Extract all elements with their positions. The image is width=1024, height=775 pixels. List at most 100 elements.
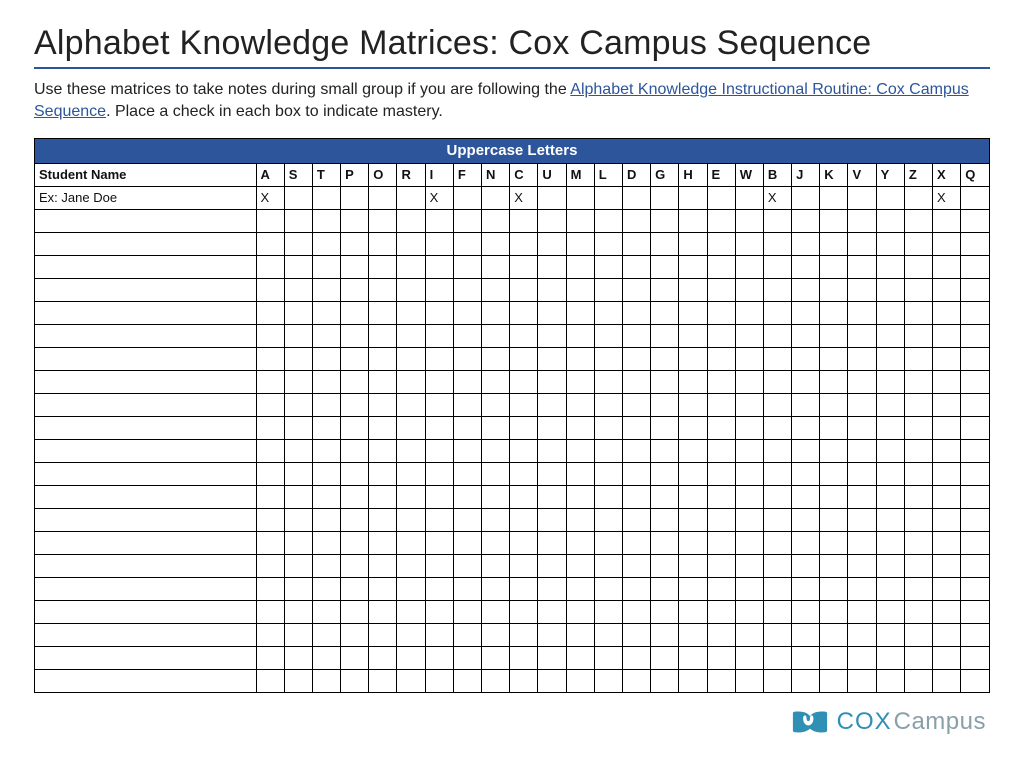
mastery-cell[interactable] [482,186,510,209]
mastery-cell[interactable] [876,324,904,347]
mastery-cell[interactable] [284,623,312,646]
mastery-cell[interactable] [312,370,340,393]
mastery-cell[interactable] [622,416,650,439]
mastery-cell[interactable] [312,646,340,669]
mastery-cell[interactable] [961,347,990,370]
mastery-cell[interactable] [482,646,510,669]
mastery-cell[interactable] [510,554,538,577]
mastery-cell[interactable] [312,462,340,485]
mastery-cell[interactable] [256,577,284,600]
mastery-cell[interactable] [510,255,538,278]
student-name-cell[interactable] [35,301,257,324]
mastery-cell[interactable] [792,554,820,577]
mastery-cell[interactable] [904,186,932,209]
mastery-cell[interactable] [425,370,453,393]
mastery-cell[interactable] [256,462,284,485]
mastery-cell[interactable] [622,646,650,669]
mastery-cell[interactable] [510,577,538,600]
mastery-cell[interactable] [735,554,763,577]
mastery-cell[interactable] [961,393,990,416]
mastery-cell[interactable] [848,347,876,370]
mastery-cell[interactable] [622,301,650,324]
mastery-cell[interactable] [763,623,791,646]
mastery-cell[interactable] [848,209,876,232]
mastery-cell[interactable] [763,554,791,577]
mastery-cell[interactable] [820,416,848,439]
mastery-cell[interactable] [425,554,453,577]
mastery-cell[interactable] [792,209,820,232]
mastery-cell[interactable] [397,416,425,439]
mastery-cell[interactable] [763,485,791,508]
mastery-cell[interactable] [312,416,340,439]
mastery-cell[interactable] [369,301,397,324]
mastery-cell[interactable] [397,186,425,209]
mastery-cell[interactable] [566,554,594,577]
mastery-cell[interactable] [876,439,904,462]
mastery-cell[interactable] [425,508,453,531]
mastery-cell[interactable] [679,255,707,278]
mastery-cell[interactable] [594,232,622,255]
mastery-cell[interactable] [763,462,791,485]
mastery-cell[interactable] [904,531,932,554]
mastery-cell[interactable] [256,232,284,255]
student-name-cell[interactable] [35,508,257,531]
mastery-cell[interactable] [538,324,566,347]
mastery-cell[interactable] [341,301,369,324]
mastery-cell[interactable] [735,393,763,416]
mastery-cell[interactable] [792,278,820,301]
mastery-cell[interactable] [820,669,848,692]
mastery-cell[interactable] [369,278,397,301]
mastery-cell[interactable] [933,669,961,692]
mastery-cell[interactable] [425,669,453,692]
mastery-cell[interactable] [594,370,622,393]
student-name-cell[interactable]: Ex: Jane Doe [35,186,257,209]
mastery-cell[interactable] [763,278,791,301]
mastery-cell[interactable] [876,623,904,646]
mastery-cell[interactable] [651,623,679,646]
mastery-cell[interactable] [425,623,453,646]
mastery-cell[interactable] [284,209,312,232]
mastery-cell[interactable] [679,232,707,255]
mastery-cell[interactable] [622,324,650,347]
mastery-cell[interactable] [707,508,735,531]
mastery-cell[interactable] [369,462,397,485]
mastery-cell[interactable] [904,646,932,669]
mastery-cell[interactable] [792,370,820,393]
mastery-cell[interactable] [651,255,679,278]
mastery-cell[interactable] [904,393,932,416]
mastery-cell[interactable] [933,531,961,554]
mastery-cell[interactable] [763,669,791,692]
mastery-cell[interactable] [961,186,990,209]
mastery-cell[interactable] [369,255,397,278]
mastery-cell[interactable] [848,508,876,531]
mastery-cell[interactable] [961,669,990,692]
mastery-cell[interactable] [397,577,425,600]
mastery-cell[interactable] [679,623,707,646]
mastery-cell[interactable] [482,370,510,393]
mastery-cell[interactable] [284,485,312,508]
mastery-cell[interactable] [538,485,566,508]
mastery-cell[interactable] [820,531,848,554]
mastery-cell[interactable] [341,186,369,209]
mastery-cell[interactable] [651,600,679,623]
mastery-cell[interactable] [369,416,397,439]
mastery-cell[interactable] [341,669,369,692]
mastery-cell[interactable] [622,347,650,370]
mastery-cell[interactable] [566,669,594,692]
mastery-cell[interactable] [792,531,820,554]
mastery-cell[interactable] [594,439,622,462]
mastery-cell[interactable] [792,416,820,439]
mastery-cell[interactable] [594,554,622,577]
mastery-cell[interactable] [566,600,594,623]
mastery-cell[interactable] [961,439,990,462]
mastery-cell[interactable] [425,278,453,301]
mastery-cell[interactable] [848,186,876,209]
mastery-cell[interactable] [594,393,622,416]
mastery-cell[interactable] [510,531,538,554]
mastery-cell[interactable] [566,577,594,600]
mastery-cell[interactable] [933,462,961,485]
mastery-cell[interactable] [961,209,990,232]
mastery-cell[interactable] [510,416,538,439]
mastery-cell[interactable] [510,347,538,370]
student-name-cell[interactable] [35,278,257,301]
